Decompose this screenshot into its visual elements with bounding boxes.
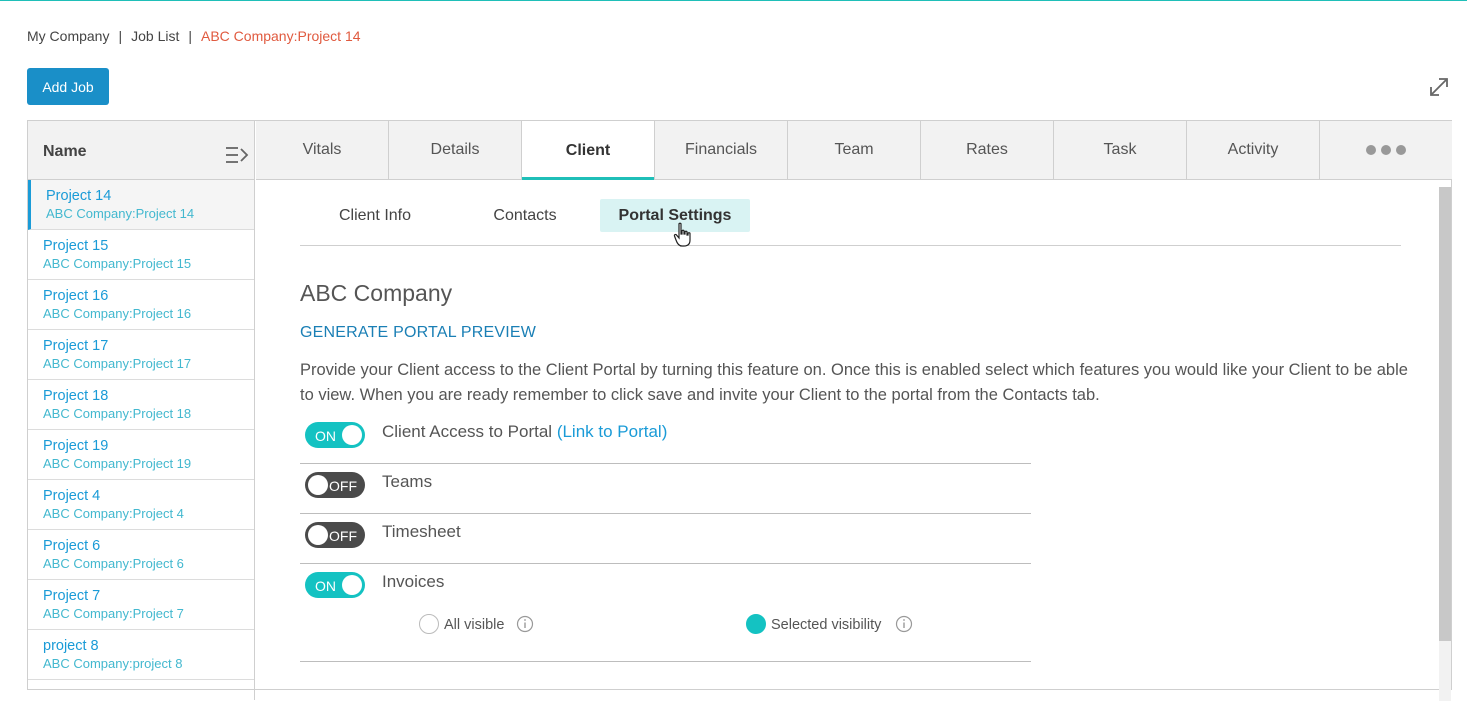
- tab-rates[interactable]: Rates: [921, 121, 1054, 179]
- job-name: Project 4: [43, 488, 101, 504]
- more-tabs-button[interactable]: [1320, 121, 1452, 179]
- teams-toggle[interactable]: OFF: [305, 472, 365, 498]
- job-subtitle: ABC Company:Project 14: [46, 206, 195, 221]
- hand-cursor-icon: [673, 222, 691, 247]
- breadcrumb-separator: |: [118, 28, 123, 44]
- job-subtitle: ABC Company:Project 16: [43, 306, 192, 321]
- job-tabs: Vitals Details Client Financials Team Ra…: [256, 121, 1452, 180]
- job-name: Project 16: [43, 288, 109, 304]
- job-subtitle: ABC Company:project 8: [43, 656, 183, 671]
- info-icon[interactable]: [516, 615, 534, 633]
- list-item[interactable]: Project 15 ABC Company:Project 15: [28, 230, 254, 280]
- client-company-name: ABC Company: [300, 280, 453, 306]
- list-item[interactable]: Project 19 ABC Company:Project 19: [28, 430, 254, 480]
- job-subtitle: ABC Company:Project 15: [43, 256, 192, 271]
- tab-team[interactable]: Team: [788, 121, 921, 179]
- breadcrumb-separator: |: [188, 28, 192, 44]
- job-name: project 8: [43, 638, 99, 654]
- tab-task[interactable]: Task: [1054, 121, 1187, 179]
- generate-portal-preview-link[interactable]: GENERATE PORTAL PREVIEW: [300, 324, 536, 342]
- job-name: Project 19: [43, 438, 109, 454]
- list-item[interactable]: Project 6 ABC Company:Project 6: [28, 530, 254, 580]
- list-item[interactable]: Project 16 ABC Company:Project 16: [28, 280, 254, 330]
- job-name: Project 6: [43, 538, 101, 554]
- client-subtabs: Client Info Contacts Portal Settings: [300, 199, 1401, 246]
- scrollbar-track[interactable]: [1439, 641, 1451, 701]
- job-name: Project 14: [46, 188, 112, 204]
- job-list: Project 14 ABC Company:Project 14 Project…: [28, 180, 255, 700]
- top-accent-line: [0, 0, 1467, 1]
- tab-details[interactable]: Details: [389, 121, 522, 179]
- job-name: Project 17: [43, 338, 109, 354]
- all-visible-radio[interactable]: [419, 614, 439, 634]
- setting-label: Teams: [382, 472, 433, 491]
- list-item[interactable]: project 8 ABC Company:project 8: [28, 630, 254, 680]
- more-dots-icon: [1366, 145, 1406, 155]
- setting-label: Timesheet: [382, 522, 461, 541]
- job-name: Project 7: [43, 588, 101, 604]
- job-subtitle: ABC Company:Project 19: [43, 456, 192, 471]
- add-job-button[interactable]: Add Job: [27, 68, 109, 105]
- selected-visibility-label: Selected visibility: [771, 617, 882, 633]
- portal-description: Provide your Client access to the Client…: [300, 361, 1408, 404]
- list-item[interactable]: Project 18 ABC Company:Project 18: [28, 380, 254, 430]
- info-icon[interactable]: [895, 615, 913, 633]
- timesheet-toggle[interactable]: OFF: [305, 522, 365, 548]
- collapse-list-icon[interactable]: [225, 145, 249, 165]
- setting-client-access: ON Client Access to Portal (Link to Port…: [300, 414, 1031, 464]
- setting-teams: OFF Teams: [300, 464, 1031, 514]
- tab-client[interactable]: Client: [522, 121, 655, 180]
- job-subtitle: ABC Company:Project 17: [43, 356, 192, 371]
- job-subtitle: ABC Company:Project 4: [43, 506, 184, 521]
- job-subtitle: ABC Company:Project 7: [43, 606, 184, 621]
- link-to-portal[interactable]: (Link to Portal): [557, 422, 668, 441]
- breadcrumb-my-company[interactable]: My Company: [27, 28, 109, 44]
- job-subtitle: ABC Company:Project 18: [43, 406, 192, 421]
- tab-financials[interactable]: Financials: [655, 121, 788, 179]
- breadcrumb-current: ABC Company:Project 14: [201, 28, 361, 44]
- setting-label: Invoices: [382, 572, 445, 591]
- subtab-client-info[interactable]: Client Info: [320, 199, 430, 232]
- setting-timesheet: OFF Timesheet: [300, 514, 1031, 564]
- list-item[interactable]: Project 4 ABC Company:Project 4: [28, 480, 254, 530]
- breadcrumb: My Company | Job List | ABC Company:Project …: [27, 28, 361, 44]
- breadcrumb-job-list[interactable]: Job List: [131, 28, 179, 44]
- selected-visibility-radio[interactable]: [746, 614, 766, 634]
- job-name: Project 15: [43, 238, 109, 254]
- setting-label: Client Access to Portal (Link to Portal): [382, 422, 668, 441]
- list-item[interactable]: Project 14 ABC Company:Project 14: [28, 180, 254, 230]
- job-name: Project 18: [43, 388, 109, 404]
- list-item[interactable]: Project 17 ABC Company:Project 17: [28, 330, 254, 380]
- tab-activity[interactable]: Activity: [1187, 121, 1320, 179]
- client-access-toggle[interactable]: ON: [305, 422, 365, 448]
- expand-icon[interactable]: [1428, 76, 1450, 98]
- all-visible-label: All visible: [444, 617, 505, 633]
- invoices-toggle[interactable]: ON: [305, 572, 365, 598]
- job-list-header: Name: [28, 121, 255, 180]
- setting-invoices: ON Invoices: [300, 564, 1031, 614]
- invoice-visibility-options: All visible Selected visibility: [300, 612, 1031, 662]
- job-subtitle: ABC Company:Project 6: [43, 556, 184, 571]
- scrollbar-thumb[interactable]: [1439, 187, 1451, 641]
- list-item[interactable]: Project 7 ABC Company:Project 7: [28, 580, 254, 630]
- job-list-header-title: Name: [43, 143, 87, 160]
- subtab-contacts[interactable]: Contacts: [470, 199, 580, 232]
- tab-vitals[interactable]: Vitals: [256, 121, 389, 179]
